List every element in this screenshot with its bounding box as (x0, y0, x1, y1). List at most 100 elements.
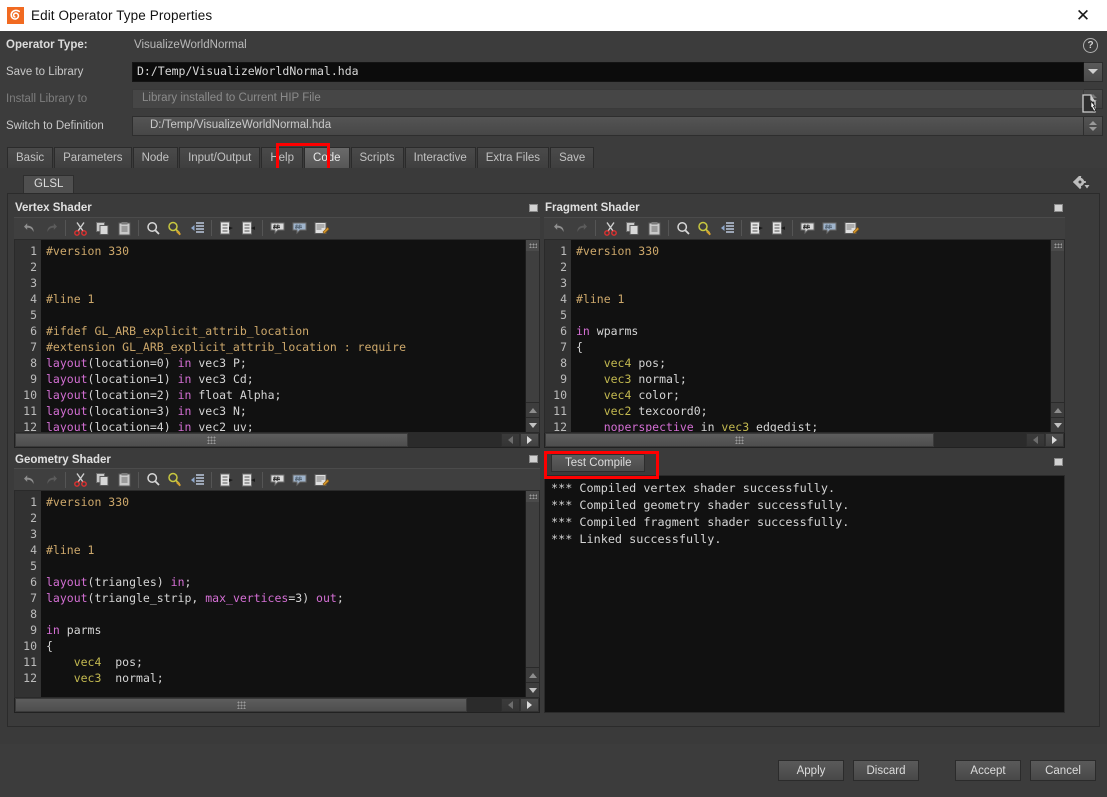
geometry-shader-collapse-button[interactable] (529, 455, 538, 463)
scroll-right-arrow-icon[interactable] (1045, 433, 1064, 447)
tab-glsl[interactable]: GLSL (23, 175, 75, 193)
comment-icon[interactable] (266, 218, 288, 238)
tab-interactive[interactable]: Interactive (404, 147, 476, 168)
close-icon[interactable]: ✕ (1069, 0, 1097, 31)
scrollbar-thumb[interactable] (15, 433, 408, 447)
scrollbar-grip[interactable] (1051, 239, 1064, 251)
undo-icon[interactable] (18, 470, 40, 490)
edit-notes-icon[interactable] (310, 218, 332, 238)
gear-dropdown-icon[interactable] (1072, 176, 1092, 190)
indent-icon[interactable] (716, 218, 738, 238)
copy-icon[interactable] (91, 218, 113, 238)
scrollbar-thumb[interactable] (526, 250, 539, 403)
scroll-left-arrow-icon[interactable] (501, 433, 520, 447)
file-browse-icon[interactable] (1080, 93, 1102, 114)
copy-icon[interactable] (621, 218, 643, 238)
geometry-shader-horizontal-scrollbar[interactable] (14, 698, 540, 713)
switch-to-definition-stepper[interactable] (1084, 115, 1103, 136)
save-to-library-field[interactable]: D:/Temp/VisualizeWorldNormal.hda (132, 61, 1103, 82)
scrollbar-thumb[interactable] (15, 698, 467, 712)
shift-left-icon[interactable] (237, 218, 259, 238)
tab-scripts[interactable]: Scripts (350, 147, 404, 168)
paste-icon[interactable] (643, 218, 665, 238)
find-icon[interactable] (672, 218, 694, 238)
switch-to-definition-field[interactable]: D:/Temp/VisualizeWorldNormal.hda (132, 115, 1103, 136)
edit-notes-icon[interactable] (840, 218, 862, 238)
scroll-left-arrow-icon[interactable] (1026, 433, 1045, 447)
scroll-right-arrow-icon[interactable] (520, 433, 539, 447)
scroll-up-arrow-icon[interactable] (526, 402, 539, 418)
edit-notes-icon[interactable] (310, 470, 332, 490)
scrollbar-thumb[interactable] (1051, 250, 1064, 403)
scroll-left-arrow-icon[interactable] (501, 698, 520, 712)
tab-basic[interactable]: Basic (7, 147, 54, 168)
test-compile-button[interactable]: Test Compile (551, 454, 646, 472)
uncomment-icon[interactable] (818, 218, 840, 238)
scroll-down-arrow-icon[interactable] (526, 682, 539, 697)
vertex-shader-code[interactable]: #version 330 #line 1 #ifdef GL_ARB_expli… (41, 239, 525, 433)
fragment-shader-code[interactable]: #version 330 #line 1 in wparms{ vec4 pos… (571, 239, 1050, 433)
undo-icon[interactable] (18, 218, 40, 238)
scrollbar-thumb[interactable] (545, 433, 934, 447)
shift-right-icon[interactable] (215, 470, 237, 490)
fragment-shader-code-area[interactable]: 1 2 3 4 5 6 7 8 9 10 11 12 #version 330 #line 1 in … (544, 238, 1065, 434)
shift-left-icon[interactable] (767, 218, 789, 238)
cut-icon[interactable] (69, 470, 91, 490)
tab-code[interactable]: Code (304, 147, 350, 168)
tab-help[interactable]: Help (261, 147, 304, 168)
find-replace-icon[interactable] (694, 218, 716, 238)
comment-icon[interactable] (266, 470, 288, 490)
vertex-shader-code-area[interactable]: 1 2 3 4 5 6 7 8 9 10 11 12 #version 330 #line 1 #if… (14, 238, 540, 434)
tab-input-output[interactable]: Input/Output (179, 147, 261, 168)
scroll-right-arrow-icon[interactable] (520, 698, 539, 712)
save-to-library-input[interactable]: D:/Temp/VisualizeWorldNormal.hda (132, 61, 1084, 82)
tab-extra-files[interactable]: Extra Files (476, 147, 550, 168)
scroll-up-arrow-icon[interactable] (1051, 402, 1064, 418)
uncomment-icon[interactable] (288, 470, 310, 490)
help-icon[interactable]: ? (1083, 38, 1098, 53)
scrollbar-grip[interactable] (526, 239, 539, 251)
cancel-button[interactable]: Cancel (1030, 760, 1096, 781)
fragment-shader-horizontal-scrollbar[interactable] (544, 433, 1065, 448)
find-replace-icon[interactable] (164, 218, 186, 238)
vertex-shader-collapse-button[interactable] (529, 204, 538, 212)
scroll-down-arrow-icon[interactable] (1051, 417, 1064, 433)
scrollbar-thumb[interactable] (526, 502, 539, 667)
compile-panel-collapse-button[interactable] (1054, 458, 1063, 466)
scroll-up-arrow-icon[interactable] (526, 667, 539, 682)
cut-icon[interactable] (69, 218, 91, 238)
shift-right-icon[interactable] (215, 218, 237, 238)
scrollbar-track[interactable] (467, 698, 501, 712)
tab-parameters[interactable]: Parameters (54, 147, 132, 168)
undo-icon[interactable] (548, 218, 570, 238)
find-icon[interactable] (142, 470, 164, 490)
accept-button[interactable]: Accept (955, 760, 1021, 781)
vertex-shader-vertical-scrollbar[interactable] (525, 239, 539, 433)
tab-save[interactable]: Save (550, 147, 595, 168)
indent-icon[interactable] (186, 470, 208, 490)
geometry-shader-code-area[interactable]: 1 2 3 4 5 6 7 8 9 10 11 12 #version 330 #line 1 lay… (14, 490, 540, 698)
find-icon[interactable] (142, 218, 164, 238)
scrollbar-grip[interactable] (526, 491, 539, 502)
scrollbar-track[interactable] (934, 433, 1026, 447)
discard-button[interactable]: Discard (853, 760, 919, 781)
comment-icon[interactable] (796, 218, 818, 238)
geometry-shader-vertical-scrollbar[interactable] (525, 491, 539, 697)
paste-icon[interactable] (113, 470, 135, 490)
cut-icon[interactable] (599, 218, 621, 238)
scroll-down-arrow-icon[interactable] (526, 417, 539, 433)
save-to-library-dropdown-button[interactable] (1084, 61, 1103, 82)
indent-icon[interactable] (186, 218, 208, 238)
tab-node[interactable]: Node (132, 147, 179, 168)
geometry-shader-code[interactable]: #version 330 #line 1 layout(triangles) i… (41, 491, 525, 697)
shift-left-icon[interactable] (237, 470, 259, 490)
fragment-shader-collapse-button[interactable] (1054, 204, 1063, 212)
fragment-shader-vertical-scrollbar[interactable] (1050, 239, 1064, 433)
apply-button[interactable]: Apply (778, 760, 844, 781)
uncomment-icon[interactable] (288, 218, 310, 238)
shift-right-icon[interactable] (745, 218, 767, 238)
find-replace-icon[interactable] (164, 470, 186, 490)
copy-icon[interactable] (91, 470, 113, 490)
vertex-shader-horizontal-scrollbar[interactable] (14, 433, 540, 448)
scrollbar-track[interactable] (408, 433, 501, 447)
